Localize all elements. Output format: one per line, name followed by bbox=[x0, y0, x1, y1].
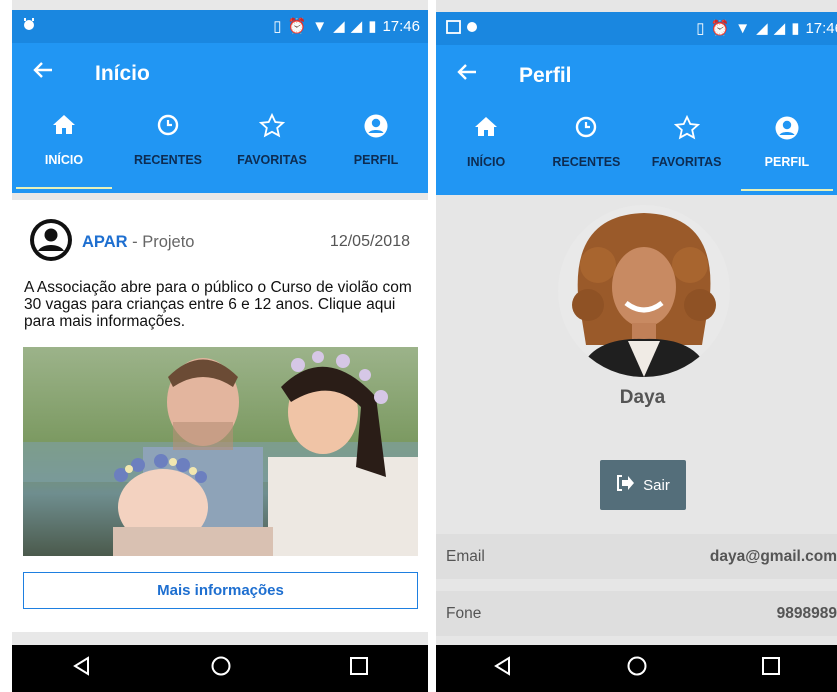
vibrate-icon: ▯ bbox=[273, 18, 282, 35]
tab-favoritas[interactable]: FAVORITAS bbox=[220, 109, 324, 193]
logout-label: Sair bbox=[643, 476, 670, 494]
post-card: APAR - Projeto 12/05/2018 A Associação a… bbox=[12, 200, 428, 632]
user-name: Daya bbox=[619, 387, 666, 408]
nav-home-icon[interactable] bbox=[210, 655, 232, 682]
tab-recentes[interactable]: RECENTES bbox=[536, 111, 636, 195]
profile-photo bbox=[558, 205, 730, 377]
tab-recentes[interactable]: RECENTES bbox=[116, 109, 220, 193]
tab-inicio[interactable]: INÍCIO bbox=[12, 109, 116, 193]
tab-label: RECENTES bbox=[133, 153, 203, 167]
more-info-button[interactable]: Mais informações bbox=[23, 572, 418, 609]
alarm-icon: ⏰ bbox=[287, 18, 307, 35]
tab-bar: INÍCIO RECENTES FAVORITAS PERFIL bbox=[436, 111, 837, 195]
post-text: A Associação abre para o público o Curso… bbox=[24, 279, 412, 330]
signal-icon: ◢ bbox=[756, 20, 768, 37]
status-time: 17:46 bbox=[382, 17, 420, 35]
clock-icon bbox=[536, 115, 636, 141]
tab-label: RECENTES bbox=[552, 155, 621, 169]
home-icon bbox=[12, 113, 116, 139]
org-name[interactable]: APAR bbox=[82, 233, 128, 251]
active-tab-indicator bbox=[740, 189, 833, 191]
tab-label: PERFIL bbox=[353, 153, 399, 167]
nav-back-icon[interactable] bbox=[492, 655, 514, 682]
tab-favoritas[interactable]: FAVORITAS bbox=[637, 111, 737, 195]
tab-label: INÍCIO bbox=[44, 153, 84, 167]
nav-recents-icon[interactable] bbox=[349, 656, 369, 681]
battery-icon: ▮ bbox=[791, 20, 800, 37]
nav-home-icon[interactable] bbox=[626, 655, 648, 682]
tab-label: INÍCIO bbox=[467, 155, 506, 169]
account-icon bbox=[324, 113, 428, 139]
alarm-icon: ⏰ bbox=[710, 20, 730, 37]
account-icon bbox=[737, 115, 837, 141]
phone-row: Fone 9898989 bbox=[436, 591, 837, 636]
page-title: Perfil bbox=[519, 64, 572, 87]
android-debug-icon bbox=[22, 17, 36, 37]
image-notification-icon bbox=[446, 19, 480, 39]
tab-perfil[interactable]: PERFIL bbox=[324, 109, 428, 193]
system-nav-bar bbox=[12, 645, 428, 692]
phone-label: Fone bbox=[446, 605, 482, 622]
home-screen: ▯ ⏰ ▼ ◢ ◢ ▮ 17:46 Início INÍCIO RECENTES bbox=[12, 0, 428, 692]
logout-button[interactable]: Sair bbox=[600, 460, 686, 510]
post-author: APAR - Projeto bbox=[82, 233, 194, 252]
tab-label: FAVORITAS bbox=[237, 153, 307, 167]
nav-back-icon[interactable] bbox=[71, 655, 93, 682]
post-date: 12/05/2018 bbox=[329, 233, 410, 250]
org-avatar-icon bbox=[29, 218, 73, 262]
signal-icon: ◢ bbox=[333, 18, 345, 35]
star-icon bbox=[637, 115, 737, 141]
nav-recents-icon[interactable] bbox=[761, 656, 781, 681]
page-title: Início bbox=[95, 62, 150, 85]
signal-icon-2: ◢ bbox=[350, 18, 363, 35]
back-arrow-icon[interactable] bbox=[32, 59, 54, 88]
app-bar: Início INÍCIO RECENTES FAVORITAS PERFIL bbox=[12, 43, 428, 193]
app-bar: Perfil INÍCIO RECENTES FAVORITAS PERFIL bbox=[436, 45, 837, 195]
tab-perfil[interactable]: PERFIL bbox=[737, 111, 837, 195]
email-label: Email bbox=[446, 548, 485, 565]
system-nav-bar bbox=[436, 645, 837, 692]
wifi-icon: ▼ bbox=[312, 17, 328, 35]
tab-label: FAVORITAS bbox=[651, 155, 722, 169]
vibrate-icon: ▯ bbox=[696, 20, 705, 37]
home-icon bbox=[436, 115, 536, 141]
status-bar: ▯ ⏰ ▼ ◢ ◢ ▮ 17:46 bbox=[436, 12, 837, 45]
signal-icon-2: ◢ bbox=[773, 20, 786, 37]
tab-label: PERFIL bbox=[764, 155, 810, 169]
active-tab-indicator bbox=[16, 187, 112, 189]
status-time: 17:46 bbox=[805, 19, 837, 37]
status-bar: ▯ ⏰ ▼ ◢ ◢ ▮ 17:46 bbox=[12, 10, 428, 43]
clock-icon bbox=[116, 113, 220, 139]
wifi-icon: ▼ bbox=[735, 19, 751, 37]
back-arrow-icon[interactable] bbox=[456, 61, 478, 90]
profile-screen: ▯ ⏰ ▼ ◢ ◢ ▮ 17:46 Perfil INÍCIO RECENTES bbox=[436, 0, 837, 692]
post-photo bbox=[23, 347, 418, 556]
tab-bar: INÍCIO RECENTES FAVORITAS PERFIL bbox=[12, 109, 428, 193]
org-type: - Projeto bbox=[132, 233, 195, 251]
sign-out-icon bbox=[616, 475, 635, 495]
email-value: daya@gmail.com bbox=[709, 548, 837, 565]
phone-value: 9898989 bbox=[776, 605, 837, 622]
battery-icon: ▮ bbox=[368, 18, 377, 35]
star-icon bbox=[220, 113, 324, 139]
tab-inicio[interactable]: INÍCIO bbox=[436, 111, 536, 195]
email-row: Email daya@gmail.com bbox=[436, 534, 837, 579]
